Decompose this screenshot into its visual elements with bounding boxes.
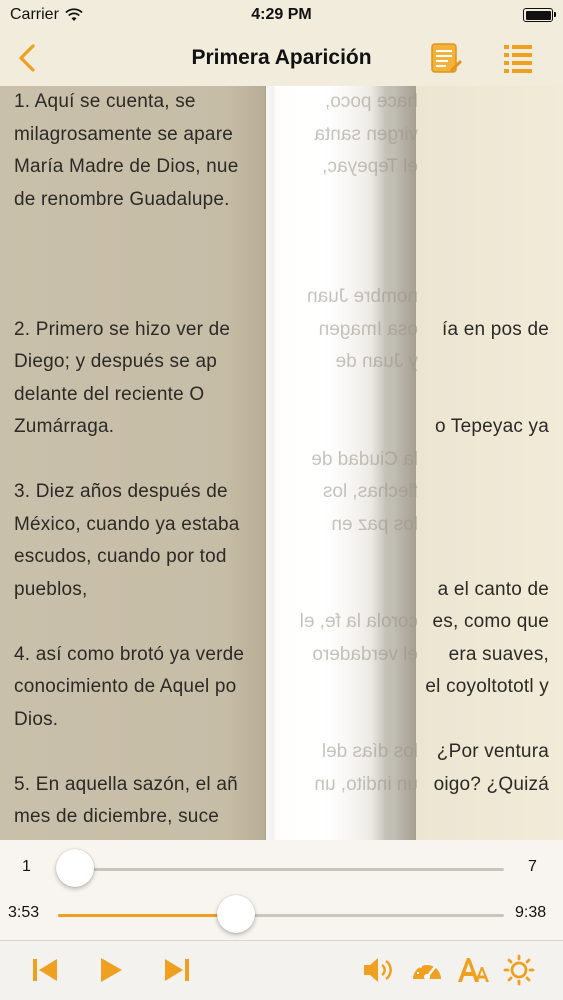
chapter-max-label: 7: [528, 858, 537, 875]
mirrored-line: corola la fe, el: [299, 611, 418, 632]
page-text-line: milagrosamente se apare: [14, 123, 233, 145]
page-text-line: conocimiento de Aquel po: [14, 676, 237, 697]
page-text-fragment: era suaves,: [448, 643, 549, 665]
chapter-slider-row: 1 7: [0, 846, 563, 892]
mirrored-line: los días del: [321, 741, 418, 762]
mirrored-line: nombre Juan: [307, 286, 418, 307]
mirrored-line: [278, 184, 418, 217]
mirrored-line: [278, 541, 418, 574]
mirrored-line: hace poco,: [325, 91, 418, 112]
page-text-line: Diego; y después se ap: [14, 351, 217, 372]
mirrored-line: [278, 379, 418, 412]
next-track-button[interactable]: [160, 953, 194, 987]
mirrored-line: osa Imagen: [318, 318, 418, 340]
volume-icon: [364, 958, 392, 982]
page-text-line: mes de diciembre, suce: [14, 806, 220, 827]
font-size-icon: [458, 958, 489, 982]
mirrored-line: un indito, un: [314, 773, 418, 795]
playback-speed-button[interactable]: [410, 953, 444, 987]
page-text-line: 5. En aquella sazón, el añ: [14, 773, 238, 795]
page-text-fragment: o Tepeyac ya: [434, 416, 549, 437]
audio-slider-row: 3:53 9:38: [0, 892, 563, 938]
mirrored-line: [278, 411, 418, 444]
mirrored-line: la Ciudad de: [311, 448, 418, 470]
mirrored-line: [278, 801, 418, 834]
speed-gauge-icon: [413, 963, 441, 980]
chapter-slider-track[interactable]: [58, 868, 504, 871]
status-left: Carrier: [10, 6, 83, 24]
chapter-min-label: 1: [22, 858, 31, 875]
page-text-line: 2. Primero se hizo ver de: [14, 318, 231, 340]
wifi-icon: [65, 8, 83, 21]
mirrored-line: [278, 216, 418, 249]
page-text-fragment: ¿Por ventura: [436, 741, 549, 762]
skip-back-icon: [33, 959, 57, 981]
page-text-line: María Madre de Dios, nue: [14, 156, 239, 177]
skip-forward-icon: [165, 959, 189, 981]
page-text-line: de renombre Guadalupe.: [14, 188, 230, 210]
mirrored-line: [278, 671, 418, 704]
mirrored-line: [278, 249, 418, 282]
page-text-line: Dios.: [14, 708, 59, 730]
play-icon: [101, 958, 122, 982]
audio-progress-track[interactable]: [58, 914, 504, 917]
previous-track-button[interactable]: [28, 953, 62, 987]
book-page[interactable]: 1. Aquí se cuenta, se milagrosamente se a…: [0, 86, 563, 840]
brightness-button[interactable]: [502, 953, 536, 987]
page-curl-mirrored-text: hace poco, virgen santa el Tepeyac, nombre…: [278, 86, 418, 840]
page-text-fragment: es, como que: [432, 611, 549, 632]
mirrored-line: los paz en: [331, 513, 418, 535]
page-text-line: México, cuando ya estaba: [14, 513, 240, 535]
page-text-line: pueblos,: [14, 578, 88, 600]
back-button[interactable]: [12, 40, 42, 76]
carrier-label: Carrier: [10, 6, 59, 23]
volume-button[interactable]: [362, 953, 396, 987]
play-button[interactable]: [94, 953, 128, 987]
page-title: Primera Aparición: [191, 46, 372, 69]
page-text-fragment: el coyoltototl y: [425, 676, 549, 697]
bottom-toolbar: [0, 940, 563, 1000]
page-text-line: 1. Aquí se cuenta, se: [14, 91, 196, 112]
page-text-fragment: oigo? ¿Quizá: [433, 773, 549, 795]
list-icon: [504, 45, 532, 73]
elapsed-time: 3:53: [8, 904, 40, 921]
mirrored-line: virgen santa: [314, 123, 418, 145]
mirrored-line: [278, 574, 418, 607]
mirrored-line: [278, 704, 418, 737]
page-text-line: 3. Diez años después de: [14, 481, 228, 502]
page-text-line: 4. así como brotó ya verde: [14, 643, 245, 665]
audio-progress-thumb[interactable]: [217, 895, 256, 933]
battery-icon: [523, 8, 556, 22]
mirrored-line: y Juan de: [335, 351, 418, 372]
mirrored-line: el Tepeyac,: [322, 156, 418, 177]
brightness-icon: [503, 954, 535, 986]
status-time: 4:29 PM: [251, 6, 312, 23]
chevron-left-icon: [19, 44, 35, 72]
page-text-line: delante del reciente O: [14, 383, 205, 405]
mirrored-line: flechas, los: [322, 481, 418, 502]
table-of-contents-button[interactable]: [500, 40, 536, 76]
playback-sliders: 1 7 3:53 9:38: [0, 840, 563, 940]
page-text-fragment: ía en pos de: [442, 318, 549, 340]
font-size-button[interactable]: [456, 953, 490, 987]
page-text-line: Zumárraga.: [14, 416, 115, 437]
page-text-fragment: a el canto de: [437, 578, 549, 600]
notes-button[interactable]: [428, 40, 464, 76]
total-time: 9:38: [515, 904, 547, 921]
page-text-line: escudos, cuando por tod: [14, 546, 227, 567]
nav-bar: Primera Aparición: [0, 30, 563, 86]
chapter-slider-thumb[interactable]: [56, 849, 94, 887]
mirrored-line: el verdadero: [312, 643, 418, 665]
notes-edit-icon: [431, 43, 462, 73]
status-bar: Carrier 4:29 PM: [0, 0, 563, 30]
